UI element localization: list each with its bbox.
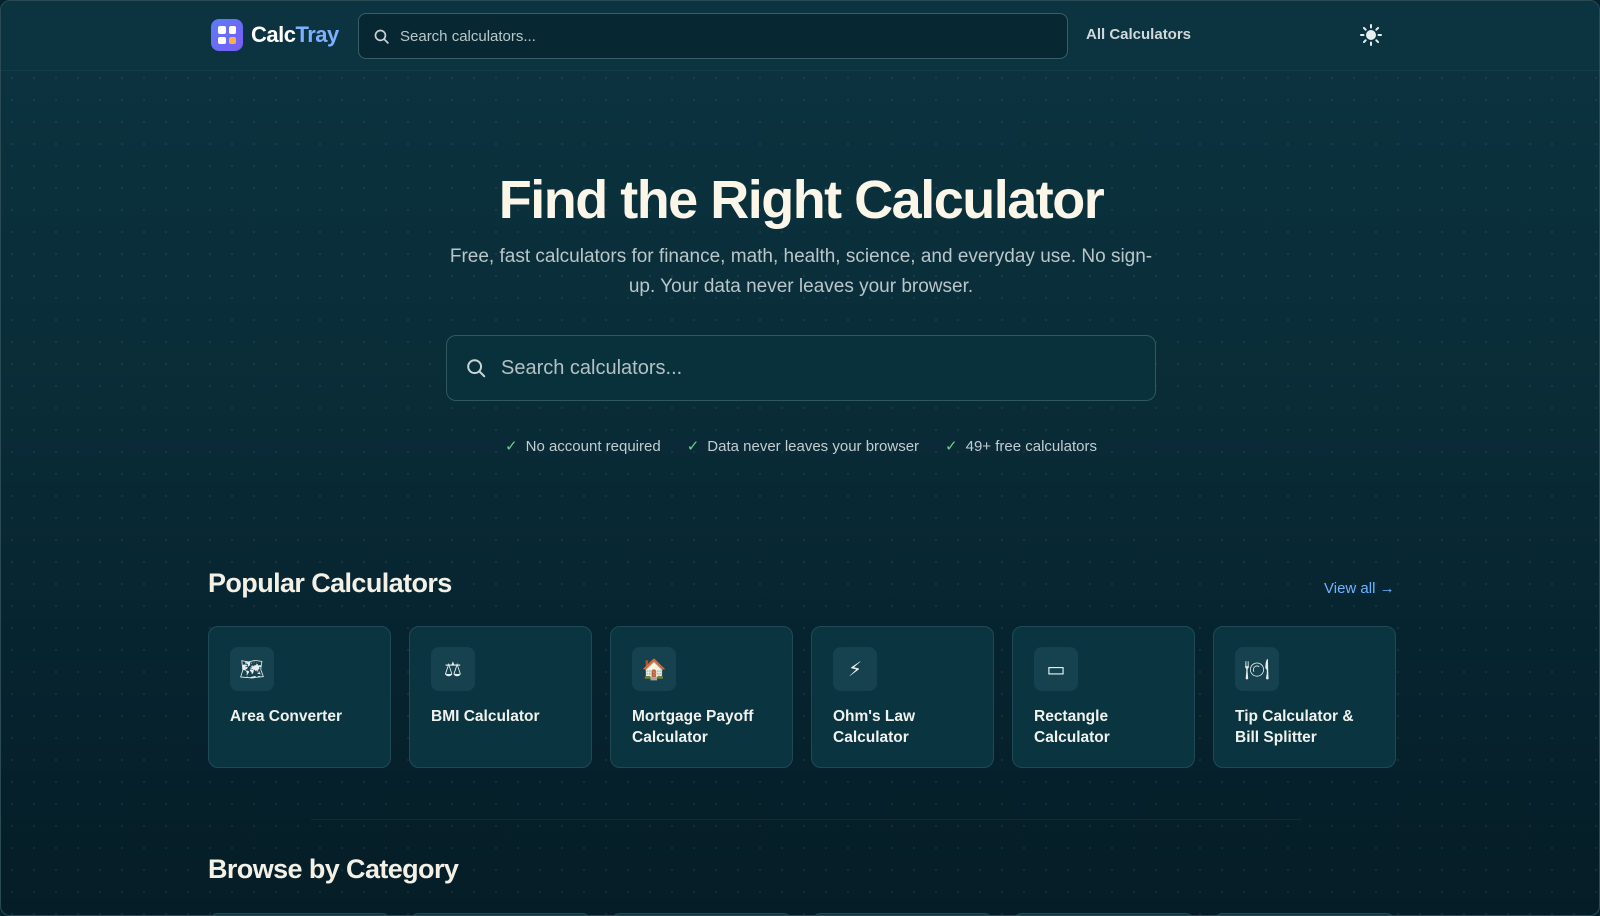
- hero-title: Find the Right Calculator: [498, 170, 1105, 230]
- hero-search-input[interactable]: [501, 356, 1121, 380]
- popular-section-title: Popular Calculators: [208, 568, 452, 598]
- calculator-card-area-converter[interactable]: 🗺 Area Converter: [208, 626, 391, 768]
- brand-name-tray: Tray: [295, 22, 339, 47]
- plate-icon: 🍽: [1235, 647, 1279, 691]
- feature-item: ✓ No account required: [505, 437, 661, 456]
- sun-icon[interactable]: [1359, 23, 1383, 47]
- calculator-logo-icon: [211, 19, 243, 51]
- map-icon: 🗺: [230, 647, 274, 691]
- calculator-card-label: Ohm's Law Calculator: [833, 708, 916, 746]
- header-search-input[interactable]: [400, 27, 1000, 45]
- brand-name-calc: Calc: [251, 22, 296, 47]
- calculator-card-rectangle[interactable]: ▭ Rectangle Calculator: [1012, 626, 1195, 768]
- brand-name: CalcTray: [251, 22, 339, 48]
- feature-item: ✓ 49+ free calculators: [945, 437, 1097, 456]
- feature-label: Data never leaves your browser: [707, 437, 920, 455]
- checkmark-icon: ✓: [945, 438, 958, 455]
- calculator-card-label: Tip Calculator & Bill Splitter: [1235, 708, 1354, 746]
- search-icon: [374, 29, 389, 44]
- section-divider: [311, 819, 1301, 820]
- search-icon: [467, 359, 486, 378]
- feature-item: ✓ Data never leaves your browser: [686, 437, 920, 456]
- calculator-card-label: Area Converter: [230, 708, 342, 725]
- rectangle-icon: ▭: [1034, 647, 1078, 691]
- header-search-box[interactable]: [358, 13, 1068, 59]
- lightning-icon: ⚡: [833, 647, 877, 691]
- view-all-link[interactable]: View all →: [1324, 580, 1395, 597]
- feature-label: No account required: [525, 437, 661, 455]
- app-frame: CalcTray All Calculators Find the Right …: [0, 0, 1600, 916]
- popular-calculator-cards: 🗺 Area Converter ⚖ BMI Calculator 🏠 Mort…: [208, 626, 1396, 768]
- hero-search-box[interactable]: [446, 335, 1156, 401]
- all-calculators-link[interactable]: All Calculators: [1086, 26, 1191, 43]
- browse-section-title: Browse by Category: [208, 854, 459, 884]
- feature-label: 49+ free calculators: [965, 437, 1097, 455]
- calculator-card-tip[interactable]: 🍽 Tip Calculator & Bill Splitter: [1213, 626, 1396, 768]
- calculator-card-bmi[interactable]: ⚖ BMI Calculator: [409, 626, 592, 768]
- checkmark-icon: ✓: [505, 438, 518, 455]
- checkmark-icon: ✓: [686, 438, 700, 455]
- calculator-card-ohms-law[interactable]: ⚡ Ohm's Law Calculator: [811, 626, 994, 768]
- feature-list: ✓ No account required ✓ Data never leave…: [1, 437, 1599, 456]
- calculator-card-label: Mortgage Payoff Calculator: [632, 708, 754, 746]
- calculator-card-label: BMI Calculator: [431, 708, 540, 725]
- hero-subtitle: Free, fast calculators for finance, math…: [449, 246, 1153, 297]
- house-icon: 🏠: [632, 647, 676, 691]
- scale-icon: ⚖: [431, 647, 475, 691]
- calculator-card-mortgage-payoff[interactable]: 🏠 Mortgage Payoff Calculator: [610, 626, 793, 768]
- brand-logo-link[interactable]: CalcTray: [211, 19, 339, 51]
- top-navbar: CalcTray All Calculators: [1, 1, 1599, 71]
- calculator-card-label: Rectangle Calculator: [1034, 708, 1110, 746]
